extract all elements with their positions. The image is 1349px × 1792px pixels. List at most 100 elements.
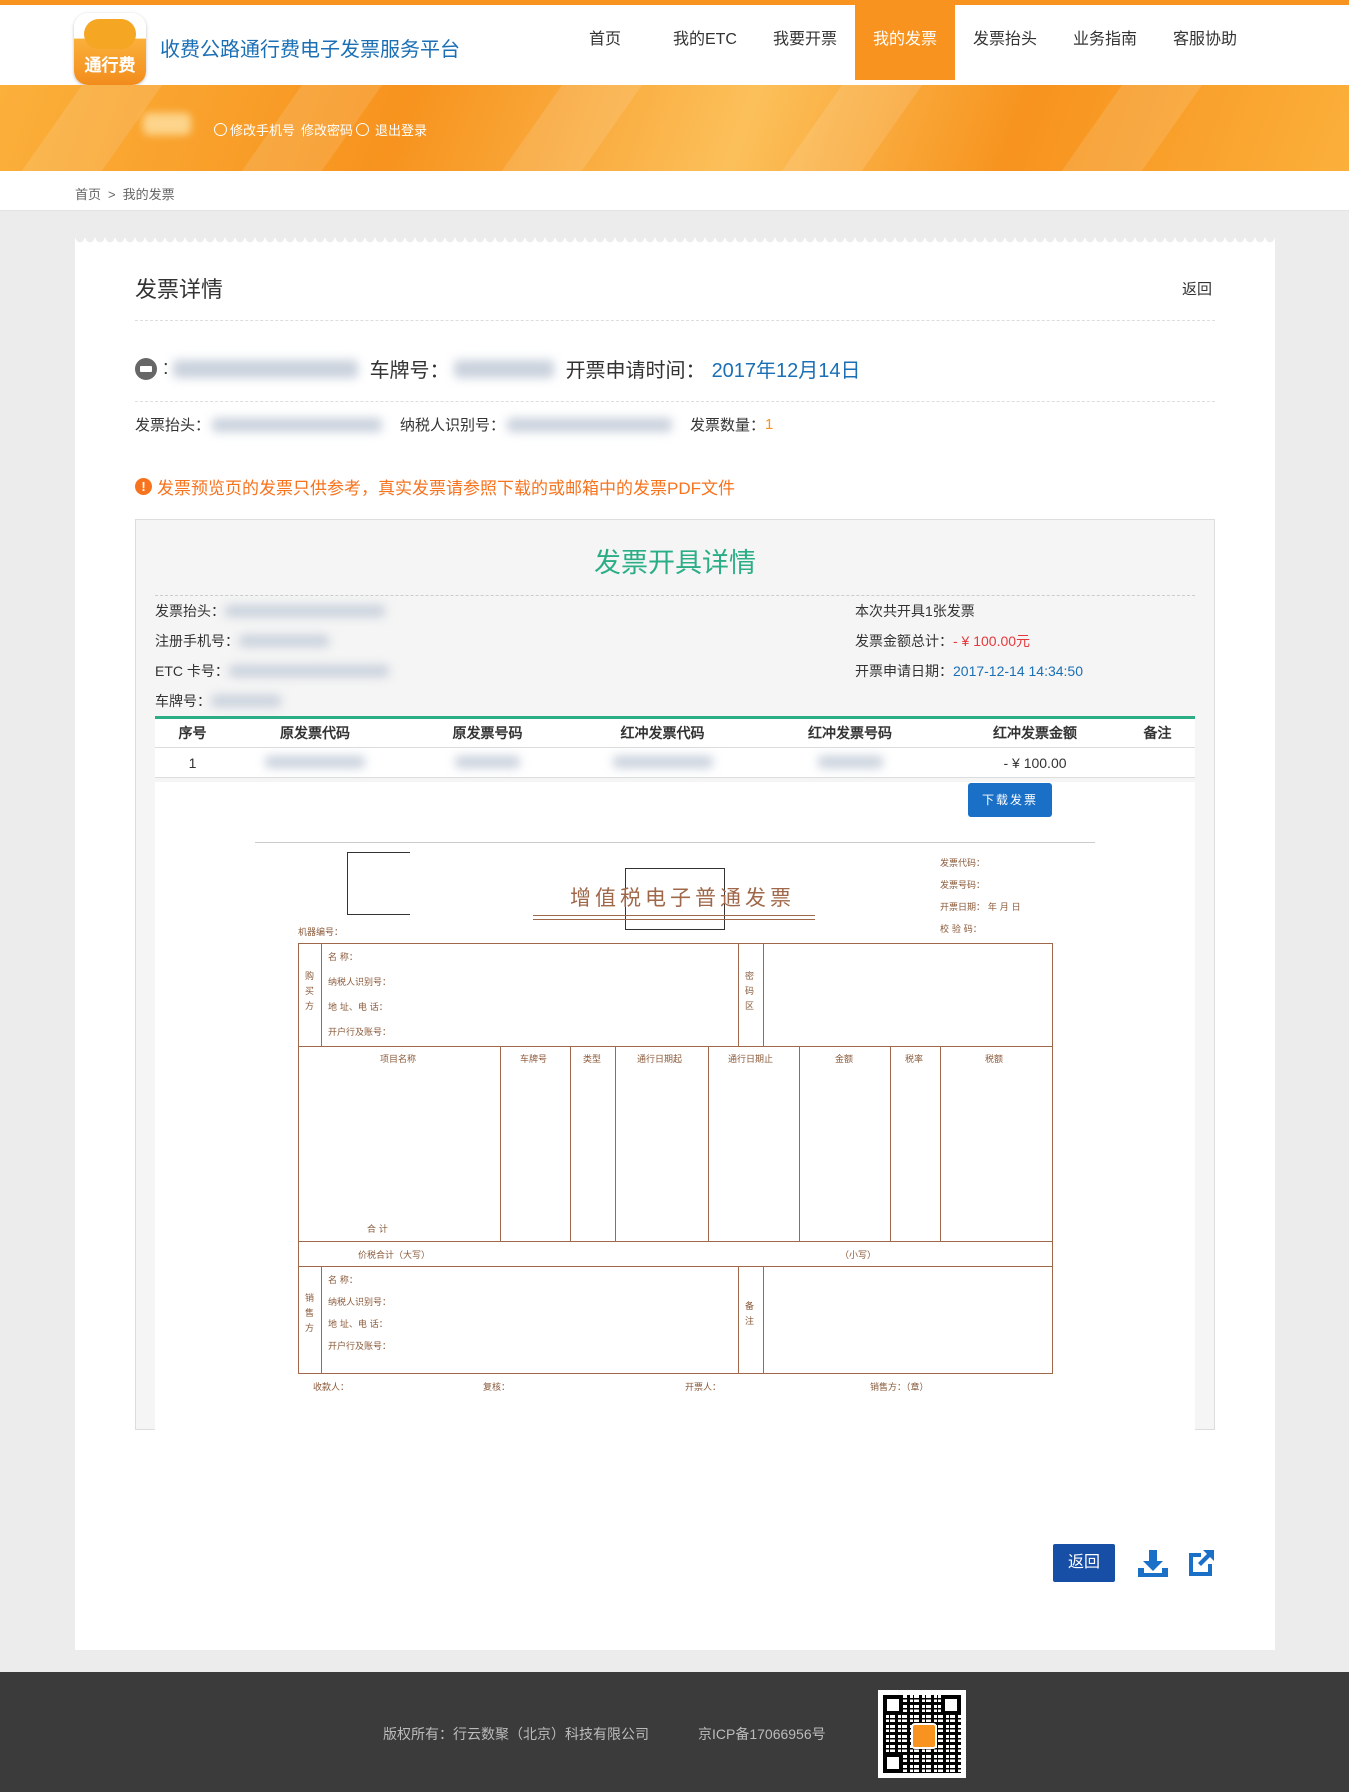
- divider: [135, 401, 1215, 402]
- kv-phone: 注册手机号：: [155, 631, 329, 651]
- cell-amount: - ¥ 100.00: [950, 747, 1120, 778]
- apply-time-value: 2017年12月14日: [711, 360, 861, 382]
- taxid-label: 纳税人识别号：: [400, 417, 506, 434]
- redacted-value: [228, 665, 389, 677]
- nav-invoice-header[interactable]: 发票抬头: [955, 0, 1055, 80]
- preview-notice: ! 发票预览页的发票只供参考，真实发票请参照下载的或邮箱中的发票PDF文件: [135, 474, 735, 499]
- back-button[interactable]: 返回: [1053, 1544, 1115, 1582]
- nav-guide[interactable]: 业务指南: [1055, 0, 1155, 80]
- user-links: 修改手机号 修改密码 退出登录: [214, 120, 427, 139]
- count-label: 发票数量：: [690, 417, 766, 434]
- inv-seller-field: 开户行及账号：: [328, 1342, 392, 1352]
- site-title[interactable]: 收费公路通行费电子发票服务平台: [160, 33, 460, 62]
- plate-label: 车牌号：: [369, 360, 450, 382]
- plate-redacted: [453, 359, 554, 378]
- inv-col: 税额: [985, 1055, 1004, 1065]
- inv-col: 金额: [835, 1055, 854, 1065]
- inv-col: 通行日期止: [728, 1055, 774, 1065]
- kv-etc: ETC 卡号：: [155, 661, 389, 681]
- nav-my-invoices[interactable]: 我的发票: [855, 0, 955, 80]
- user-icon: [356, 123, 370, 136]
- inv-buyer-field: 纳税人识别号：: [328, 978, 392, 988]
- user-icon: [214, 123, 227, 136]
- taxid-redacted: [507, 417, 673, 432]
- nav-issue-invoice[interactable]: 我要开票: [755, 0, 855, 80]
- site-header: 通行费 收费公路通行费电子发票服务平台 首页 我的ETC 我要开票 我的发票 发…: [0, 0, 1349, 85]
- qr-code: [878, 1690, 966, 1778]
- change-phone-link[interactable]: 修改手机号: [214, 120, 295, 139]
- invoice-preview-image: 增值税电子普通发票 发票代码： 发票号码： 开票日期： 年 月 日 校 验 码：…: [255, 840, 1095, 1400]
- panel-title: 发票开具详情: [594, 548, 756, 578]
- col-header: 原发票代码: [230, 717, 400, 748]
- kv-count: 本次共开具1张发票: [855, 603, 975, 619]
- inv-col: 税率: [905, 1055, 924, 1065]
- inv-seller-field: 纳税人识别号：: [328, 1298, 392, 1308]
- warning-icon: !: [135, 478, 152, 495]
- table-header-row: 序号 原发票代码 原发票号码 红冲发票代码 红冲发票号码 红冲发票金额 备注: [155, 717, 1195, 748]
- breadcrumb: 首页 > 我的发票: [75, 187, 175, 202]
- cell-redacted: [230, 747, 400, 778]
- back-link-top[interactable]: 返回: [1182, 278, 1212, 299]
- nav-my-etc[interactable]: 我的ETC: [655, 0, 755, 80]
- cell-redacted: [575, 747, 750, 778]
- divider: [135, 320, 1215, 321]
- cell-no: 1: [155, 747, 230, 778]
- redacted-value: [612, 755, 713, 768]
- inv-reviewer: 复核：: [483, 1383, 511, 1393]
- inv-number-label: 发票号码：: [940, 881, 986, 891]
- kv-date: 开票申请日期： 2017-12-14 14:34:50: [855, 663, 1083, 679]
- card-icon: [135, 357, 157, 380]
- qr-pattern: [883, 1695, 961, 1773]
- inv-machine-label: 机器编号：: [298, 928, 344, 938]
- nav-support[interactable]: 客服协助: [1155, 0, 1255, 80]
- invoice-summary-row: : 车牌号： 开票申请时间： 2017年12月14日: [135, 354, 861, 383]
- kv-plate: 车牌号：: [155, 691, 281, 711]
- inv-col: 项目名称: [380, 1055, 417, 1065]
- download-invoice-button[interactable]: 下载发票: [968, 783, 1052, 817]
- redacted-value: [265, 755, 365, 768]
- redacted-value: [455, 755, 520, 768]
- inv-buyer-field: 地 址、电 话：: [328, 1003, 388, 1013]
- inv-drawer: 开票人：: [685, 1383, 722, 1393]
- logout-link[interactable]: 退出登录: [375, 120, 427, 139]
- invoice-title: 增值税电子普通发票: [570, 886, 795, 910]
- cell-redacted: [750, 747, 950, 778]
- inv-buyer-field: 名 称：: [328, 953, 358, 963]
- breadcrumb-bar: 首页 > 我的发票: [0, 171, 1349, 211]
- inv-seller-field: 地 址、电 话：: [328, 1320, 388, 1330]
- col-header: 序号: [155, 717, 230, 748]
- col-header: 红冲发票代码: [575, 717, 750, 748]
- breadcrumb-current: 我的发票: [122, 187, 175, 202]
- inv-total-small: （小写）: [840, 1251, 877, 1261]
- inv-seller-side: 销售方: [305, 1294, 315, 1334]
- inv-total-words: 价税合计（大写）: [358, 1251, 431, 1261]
- breadcrumb-home[interactable]: 首页: [75, 187, 101, 202]
- invoice-meta-row: 发票抬头： 纳税人识别号： 发票数量： 1: [135, 414, 773, 435]
- count-value: 1: [765, 416, 774, 433]
- kv-total: 发票金额总计： - ¥ 100.00元: [855, 633, 1031, 649]
- inv-col: 类型: [583, 1055, 602, 1065]
- user-name-redacted: [143, 113, 191, 135]
- logo-cloud: [84, 19, 136, 49]
- download-icon[interactable]: [1136, 1548, 1170, 1578]
- col-header: 备注: [1120, 717, 1195, 748]
- nav-home[interactable]: 首页: [555, 0, 655, 80]
- inv-payee: 收款人：: [313, 1383, 350, 1393]
- logo-text: 通行费: [84, 56, 136, 75]
- inv-buyer-side: 购买方: [305, 972, 315, 1012]
- change-password-link[interactable]: 修改密码: [301, 120, 370, 139]
- inv-col: 车牌号: [520, 1055, 548, 1065]
- inv-cipher-area: 密码区: [745, 972, 755, 1012]
- col-header: 红冲发票金额: [950, 717, 1120, 748]
- inv-date-label: 开票日期： 年 月 日: [940, 903, 1021, 913]
- logo-icon[interactable]: 通行费: [74, 13, 146, 85]
- inv-buyer-field: 开户行及账号：: [328, 1028, 392, 1038]
- external-link-icon[interactable]: [1186, 1548, 1216, 1578]
- cell-redacted: [400, 747, 575, 778]
- footer-icp[interactable]: 京ICP备17066956号: [698, 1724, 826, 1744]
- header-label: 发票抬头：: [135, 417, 211, 434]
- redacted-value: [211, 695, 281, 707]
- main-nav: 首页 我的ETC 我要开票 我的发票 发票抬头 业务指南 客服协助: [555, 0, 1255, 85]
- redacted-value: [225, 605, 385, 617]
- invoice-qr-placeholder: [347, 852, 410, 915]
